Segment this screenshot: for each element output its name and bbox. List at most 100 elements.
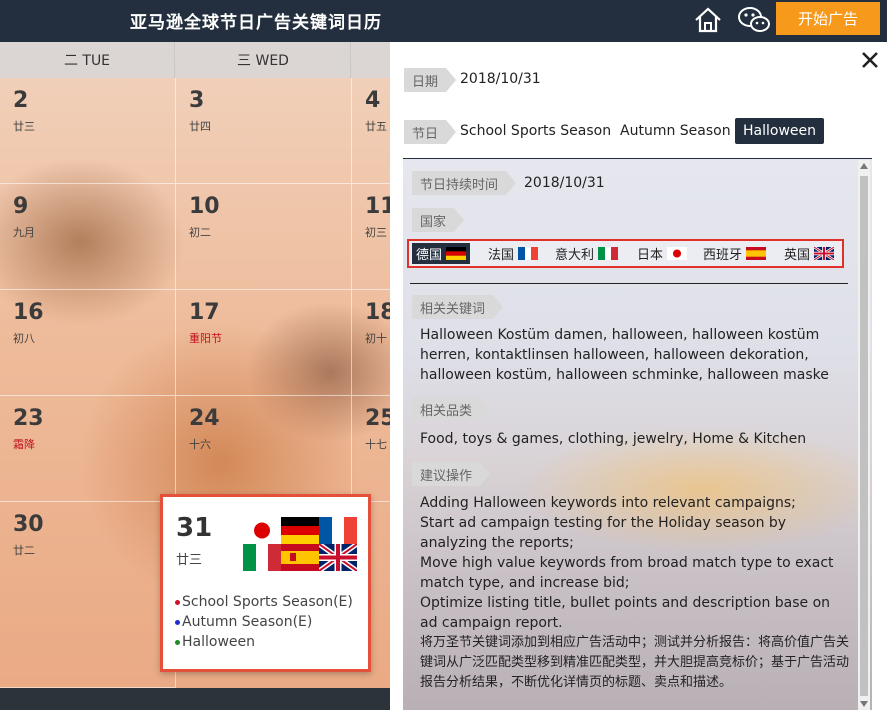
country-name: 英国 [784, 248, 811, 263]
actions-label: 建议操作 [412, 462, 490, 486]
wechat-icon[interactable] [737, 4, 771, 36]
france-flag-icon [518, 247, 539, 260]
country-germany[interactable]: 德国 [412, 243, 471, 264]
cell-lunar: 九月 [13, 226, 35, 239]
country-france[interactable]: 法国 [484, 243, 542, 264]
event-dot-icon [175, 619, 180, 625]
action-item: Start ad campaign testing for the Holida… [420, 515, 787, 551]
cell-date: 2 [13, 88, 29, 113]
calendar-footer [0, 688, 400, 710]
calendar-cell[interactable]: 3 廿四 [176, 78, 352, 184]
action-item: Optimize listing title, bullet points an… [420, 595, 831, 631]
calendar-cell[interactable]: 16 初八 [0, 290, 176, 396]
keywords-label: 相关关键词 [412, 295, 503, 319]
cell-date: 4 [365, 88, 381, 113]
duration-value: 2018/10/31 [524, 175, 605, 191]
festival-label: 节日 [404, 120, 456, 144]
popup-event-item[interactable]: Halloween [175, 632, 353, 652]
action-item: Move high value keywords from broad matc… [420, 555, 834, 591]
country-name: 法国 [488, 248, 515, 263]
home-icon[interactable] [692, 4, 724, 36]
uk-flag-icon [814, 247, 835, 260]
cell-lunar-holiday: 霜降 [13, 438, 35, 451]
scroll-up-icon[interactable] [860, 163, 868, 169]
italy-flag-icon [243, 544, 281, 571]
italy-flag-icon [598, 247, 619, 260]
calendar-cell[interactable]: 10 初二 [176, 184, 352, 290]
app-title: 亚马逊全球节日广告关键词日历 [130, 13, 382, 33]
cell-date: 30 [13, 512, 44, 537]
cell-date: 3 [189, 88, 205, 113]
cell-lunar: 初十 [365, 332, 387, 345]
duration-label: 节日持续时间 [412, 171, 516, 195]
country-label: 国家 [412, 208, 464, 232]
date-label: 日期 [404, 68, 456, 92]
date-popup-card[interactable]: 31 廿三 School Sports Season(E) Autumn Sea… [160, 494, 371, 672]
country-name: 西班牙 [703, 248, 743, 263]
popup-event-item[interactable]: School Sports Season(E) [175, 592, 353, 612]
scroll-down-icon[interactable] [860, 701, 868, 707]
popup-flag-grid [243, 517, 358, 573]
date-value: 2018/10/31 [460, 71, 541, 87]
germany-flag-icon [281, 517, 319, 544]
country-italy[interactable]: 意大利 [551, 243, 622, 264]
top-bar: 亚马逊全球节日广告关键词日历 开始广告 [0, 0, 887, 42]
cell-lunar: 初三 [365, 226, 387, 239]
tab-school-sports-season[interactable]: School Sports Season [452, 118, 619, 144]
popup-event-label: Halloween [182, 634, 256, 650]
section-divider [410, 283, 848, 284]
cell-date: 23 [13, 406, 44, 431]
calendar-cell[interactable]: 23 霜降 [0, 396, 176, 502]
actions-text-cn: 将万圣节关键词添加到相应广告活动中；测试并分析报告：将高价值广告关键词从广泛匹配… [420, 635, 850, 690]
tab-autumn-season[interactable]: Autumn Season [612, 118, 739, 144]
germany-flag-icon [446, 247, 467, 260]
close-icon[interactable] [860, 50, 880, 70]
calendar-cell[interactable]: 17 重阳节 [176, 290, 352, 396]
cell-date: 9 [13, 194, 29, 219]
calendar-cell[interactable]: 24 十六 [176, 396, 352, 502]
event-dot-icon [175, 639, 180, 645]
calendar-cell[interactable]: 2 廿三 [0, 78, 176, 184]
calendar-cell[interactable]: 30 廿二 [0, 502, 176, 688]
tab-halloween[interactable]: Halloween [735, 118, 825, 144]
country-name: 意大利 [555, 248, 595, 263]
popup-lunar: 廿三 [176, 553, 203, 568]
country-name: 德国 [416, 248, 443, 263]
country-name: 日本 [637, 248, 664, 263]
scrollbar[interactable] [858, 160, 870, 710]
france-flag-icon [319, 517, 357, 544]
popup-event-item[interactable]: Autumn Season(E) [175, 612, 353, 632]
country-uk[interactable]: 英国 [780, 243, 838, 264]
popup-event-list: School Sports Season(E) Autumn Season(E)… [175, 592, 353, 652]
cell-lunar: 初八 [13, 332, 35, 345]
uk-flag-icon [319, 544, 357, 571]
japan-flag-icon [667, 247, 688, 260]
cell-lunar: 初二 [189, 226, 211, 239]
cell-lunar: 十七 [365, 438, 387, 451]
spain-flag-icon [746, 247, 767, 260]
cell-lunar-holiday: 重阳节 [189, 332, 222, 345]
calendar-cell[interactable]: 9 九月 [0, 184, 176, 290]
cell-date: 17 [189, 300, 220, 325]
cell-lunar: 廿三 [13, 120, 35, 133]
popup-date: 31 [176, 513, 213, 543]
country-spain[interactable]: 西班牙 [699, 243, 770, 264]
country-selector: 德国 法国 意大利 日本 西班牙 英国 [407, 239, 844, 268]
day-header-wed: 三 WED [176, 42, 351, 78]
cell-date: 24 [189, 406, 220, 431]
popup-event-label: Autumn Season(E) [182, 614, 313, 630]
products-label: 相关品类 [412, 397, 490, 421]
country-japan[interactable]: 日本 [633, 243, 691, 264]
scroll-thumb[interactable] [860, 176, 868, 696]
spain-flag-icon [281, 544, 319, 571]
actions-list-en: Adding Halloween keywords into relevant … [420, 493, 850, 633]
event-dot-icon [175, 599, 180, 605]
cell-lunar: 廿四 [189, 120, 211, 133]
cell-date: 10 [189, 194, 220, 219]
japan-flag-icon [243, 517, 281, 544]
popup-event-label: School Sports Season(E) [182, 594, 353, 610]
cell-lunar: 十六 [189, 438, 211, 451]
cell-lunar: 廿五 [365, 120, 387, 133]
start-ad-button[interactable]: 开始广告 [776, 2, 880, 35]
day-header-tue: 二 TUE [0, 42, 175, 78]
